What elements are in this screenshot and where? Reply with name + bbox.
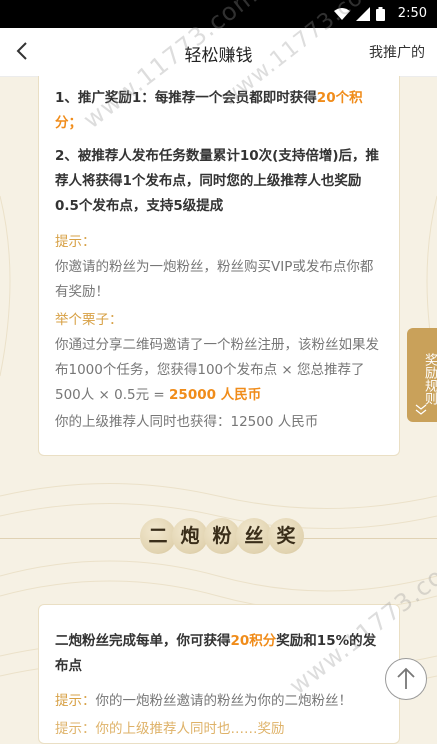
example-result: 25000 人民币 <box>169 387 262 403</box>
section-divider-left <box>0 538 140 539</box>
tip-text: 你邀请的粉丝为一炮粉丝，粉丝购买VIP或发布点你都有奖励！ <box>55 259 374 300</box>
heading-char: 丝 <box>236 518 272 554</box>
reward-item-2: 2、被推荐人发布任务数量累计10次(支持倍增)后，推荐人将获得1个发布点，同时您… <box>55 148 380 214</box>
status-time: 2:50 <box>397 6 427 21</box>
my-referrals-link[interactable]: 我推广的 <box>369 42 425 62</box>
example-text: 你通过分享二维码邀请了一个粉丝注册，该粉丝如果发布1000个任务，您获得100个… <box>55 333 385 408</box>
cut-off-line: 提示：你的上级推荐人同时也……奖励 <box>55 721 285 737</box>
second-tier-points: 20积分 <box>230 633 277 649</box>
second-tier-tip-text: 你的一炮粉丝邀请的粉丝为你的二炮粉丝！ <box>95 693 353 709</box>
second-tier-tip: 提示：你的一炮粉丝邀请的粉丝为你的二炮粉丝！ <box>55 689 385 714</box>
reward-rules-label: 奖励规则 <box>422 353 437 405</box>
upline-reward-text: 你的上级推荐人同时也获得：12500 人民币 <box>55 414 319 430</box>
reward-rules-tab[interactable]: 奖励规则 <box>407 328 437 422</box>
example-label: 举个栗子： <box>55 312 123 328</box>
heading-char: 二 <box>140 518 176 554</box>
tip-label: 提示： <box>55 234 96 250</box>
scroll-top-button[interactable] <box>385 658 427 700</box>
second-tier-reward-card: 二炮粉丝完成每单，你可获得20积分奖励和15%的发布点 提示：你的一炮粉丝邀请的… <box>38 604 400 744</box>
second-tier-fans-heading: 二 炮 粉 丝 奖 <box>140 516 304 562</box>
battery-icon <box>376 7 385 21</box>
referral-reward-card: 1、推广奖励1：每推荐一个会员都即时获得20个积分； 2、被推荐人发布任务数量累… <box>38 76 400 456</box>
arrow-up-icon <box>397 667 415 689</box>
second-tier-tip-label: 提示： <box>55 693 96 709</box>
heading-char: 奖 <box>268 518 304 554</box>
chevron-down-icon <box>415 404 427 415</box>
heading-char: 炮 <box>172 518 208 554</box>
second-tier-text-prefix: 二炮粉丝完成每单，你可获得 <box>55 633 231 649</box>
heading-char: 粉 <box>204 518 240 554</box>
section-divider-right <box>300 538 437 539</box>
